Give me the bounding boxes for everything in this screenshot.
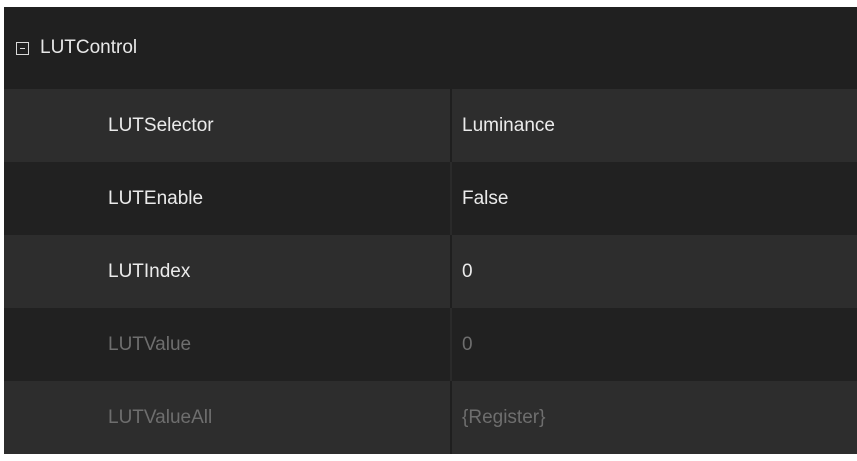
property-name: LUTValue <box>4 308 452 381</box>
property-row-lutenable[interactable]: LUTEnable False <box>4 162 857 235</box>
property-name: LUTIndex <box>4 235 452 308</box>
property-value-field[interactable]: 0 <box>452 235 857 308</box>
collapse-icon[interactable] <box>16 42 29 55</box>
property-row-lutindex[interactable]: LUTIndex 0 <box>4 235 857 308</box>
property-value-field: 0 <box>462 333 473 355</box>
property-grid: LUTControl LUTSelector Luminance LUTEnab… <box>4 7 857 454</box>
property-row-lutvalue: LUTValue 0 <box>4 308 857 381</box>
category-row-lutcontrol[interactable]: LUTControl <box>4 7 857 89</box>
category-label: LUTControl <box>40 37 138 58</box>
property-row-lutselector[interactable]: LUTSelector Luminance <box>4 89 857 162</box>
property-value-dropdown[interactable]: Luminance <box>452 89 857 162</box>
property-name: LUTSelector <box>4 89 452 162</box>
property-value-field: {Register} <box>462 406 546 428</box>
property-row-lutvalueall: LUTValueAll {Register} <box>4 381 857 454</box>
property-value-dropdown[interactable]: False <box>452 162 857 235</box>
property-name: LUTEnable <box>4 162 452 235</box>
property-name: LUTValueAll <box>4 381 452 454</box>
